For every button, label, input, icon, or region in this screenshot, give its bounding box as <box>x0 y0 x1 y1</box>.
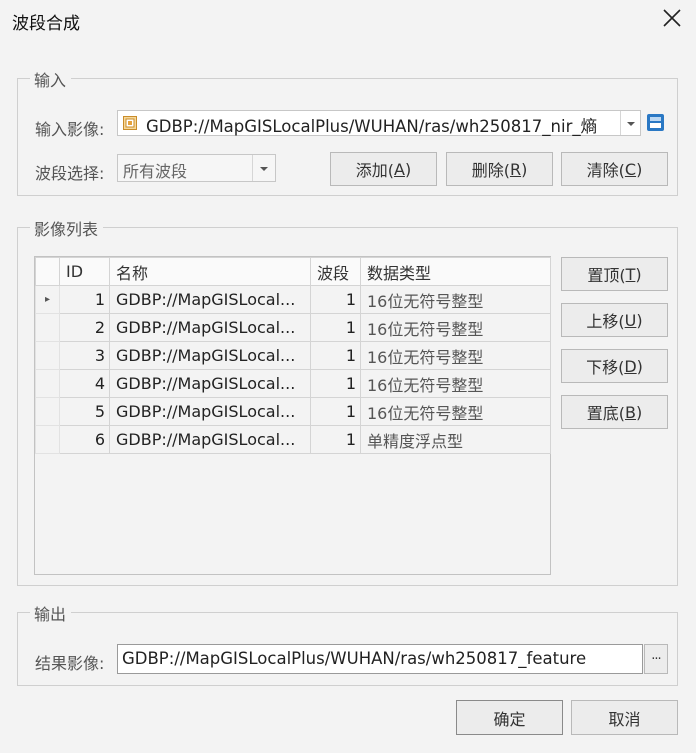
image-list-legend: 影像列表 <box>30 216 104 240</box>
cell-name: GDBP://MapGISLocal... <box>109 425 311 454</box>
window-title: 波段合成 <box>12 14 80 34</box>
clear-button[interactable]: 清除(C) <box>561 152 668 186</box>
result-image-input[interactable]: GDBP://MapGISLocalPlus/WUHAN/ras/wh25081… <box>117 644 643 674</box>
table-row[interactable]: 2 GDBP://MapGISLocal... 1 16位无符号整型 <box>35 313 551 342</box>
move-bottom-button[interactable]: 置底(B) <box>561 395 668 429</box>
row-indicator <box>35 341 60 370</box>
move-up-label: 上移( <box>586 312 625 331</box>
move-down-label: 下移( <box>586 358 625 377</box>
cell-band: 1 <box>310 313 361 342</box>
move-up-key: U <box>624 310 637 330</box>
raster-image-icon <box>122 115 138 135</box>
image-table[interactable]: ID 名称 波段 数据类型 ▸ 1 GDBP://MapGISLocal... … <box>35 257 551 454</box>
move-top-key: T <box>625 264 636 284</box>
move-top-label: 置顶( <box>587 266 626 285</box>
move-bottom-key: B <box>625 402 636 422</box>
cell-band: 1 <box>310 369 361 398</box>
cancel-button-label: 取消 <box>608 709 641 729</box>
cell-id: 5 <box>59 397 110 426</box>
cell-band: 1 <box>310 341 361 370</box>
database-icon[interactable] <box>645 112 667 134</box>
cell-name: GDBP://MapGISLocal... <box>109 369 311 398</box>
input-group-legend: 输入 <box>30 67 72 91</box>
row-indicator-header <box>35 257 60 286</box>
input-image-value: GDBP://MapGISLocalPlus/WUHAN/ras/wh25081… <box>146 117 598 136</box>
ok-button[interactable]: 确定 <box>456 700 563 735</box>
result-image-value: GDBP://MapGISLocalPlus/WUHAN/ras/wh25081… <box>122 649 587 668</box>
cell-datatype: 16位无符号整型 <box>360 369 551 398</box>
add-button-key: A <box>394 159 405 179</box>
cell-datatype: 16位无符号整型 <box>360 397 551 426</box>
browse-button[interactable]: ··· <box>644 644 668 674</box>
dropdown-divider <box>620 111 621 135</box>
delete-button[interactable]: 删除(R) <box>446 152 553 186</box>
cell-id: 3 <box>59 341 110 370</box>
cancel-button[interactable]: 取消 <box>571 700 678 735</box>
ok-button-label: 确定 <box>493 709 526 729</box>
band-select-value: 所有波段 <box>123 162 188 181</box>
table-row[interactable]: ▸ 1 GDBP://MapGISLocal... 1 16位无符号整型 <box>35 285 551 314</box>
input-image-label: 输入影像: <box>35 120 105 139</box>
cell-datatype: 16位无符号整型 <box>360 341 551 370</box>
move-down-button[interactable]: 下移(D) <box>561 349 668 383</box>
row-indicator <box>35 397 60 426</box>
table-row[interactable]: 4 GDBP://MapGISLocal... 1 16位无符号整型 <box>35 369 551 398</box>
delete-button-label: 删除( <box>471 161 510 180</box>
band-select-label: 波段选择: <box>35 164 105 183</box>
input-image-combobox[interactable]: GDBP://MapGISLocalPlus/WUHAN/ras/wh25081… <box>117 110 641 136</box>
table-row[interactable]: 5 GDBP://MapGISLocal... 1 16位无符号整型 <box>35 397 551 426</box>
column-header-datatype[interactable]: 数据类型 <box>360 257 551 286</box>
move-up-button[interactable]: 上移(U) <box>561 303 668 337</box>
table-header-row: ID 名称 波段 数据类型 <box>35 257 551 286</box>
close-icon[interactable] <box>660 6 684 30</box>
clear-button-label: 清除( <box>586 161 625 180</box>
column-header-id[interactable]: ID <box>59 257 110 286</box>
cell-name: GDBP://MapGISLocal... <box>109 313 311 342</box>
row-pointer-icon: ▸ <box>35 285 60 314</box>
cell-datatype: 单精度浮点型 <box>360 425 551 454</box>
chevron-down-icon <box>627 122 635 126</box>
row-indicator <box>35 313 60 342</box>
cell-band: 1 <box>310 397 361 426</box>
cell-datatype: 16位无符号整型 <box>360 285 551 314</box>
column-header-band[interactable]: 波段 <box>310 257 361 286</box>
cell-band: 1 <box>310 285 361 314</box>
add-button[interactable]: 添加(A) <box>330 152 437 186</box>
cell-datatype: 16位无符号整型 <box>360 313 551 342</box>
move-top-button[interactable]: 置顶(T) <box>561 257 668 291</box>
cell-id: 2 <box>59 313 110 342</box>
table-row[interactable]: 3 GDBP://MapGISLocal... 1 16位无符号整型 <box>35 341 551 370</box>
band-select-dropdown[interactable]: 所有波段 <box>117 154 276 182</box>
cell-name: GDBP://MapGISLocal... <box>109 397 311 426</box>
table-row[interactable]: 6 GDBP://MapGISLocal... 1 单精度浮点型 <box>35 425 551 454</box>
cell-band: 1 <box>310 425 361 454</box>
result-image-label: 结果影像: <box>35 654 105 673</box>
row-indicator <box>35 425 60 454</box>
clear-button-key: C <box>624 159 637 179</box>
dropdown-divider <box>252 155 253 181</box>
browse-button-label: ··· <box>651 651 661 667</box>
move-down-key: D <box>624 356 637 376</box>
row-indicator <box>35 369 60 398</box>
cell-id: 6 <box>59 425 110 454</box>
move-bottom-label: 置底( <box>586 404 625 423</box>
cell-name: GDBP://MapGISLocal... <box>109 341 311 370</box>
delete-button-key: R <box>509 159 522 179</box>
column-header-name[interactable]: 名称 <box>109 257 311 286</box>
cell-name: GDBP://MapGISLocal... <box>109 285 311 314</box>
cell-id: 4 <box>59 369 110 398</box>
chevron-down-icon <box>260 167 268 171</box>
add-button-label: 添加( <box>355 161 395 180</box>
cell-id: 1 <box>59 285 110 314</box>
output-group-legend: 输出 <box>30 601 72 625</box>
